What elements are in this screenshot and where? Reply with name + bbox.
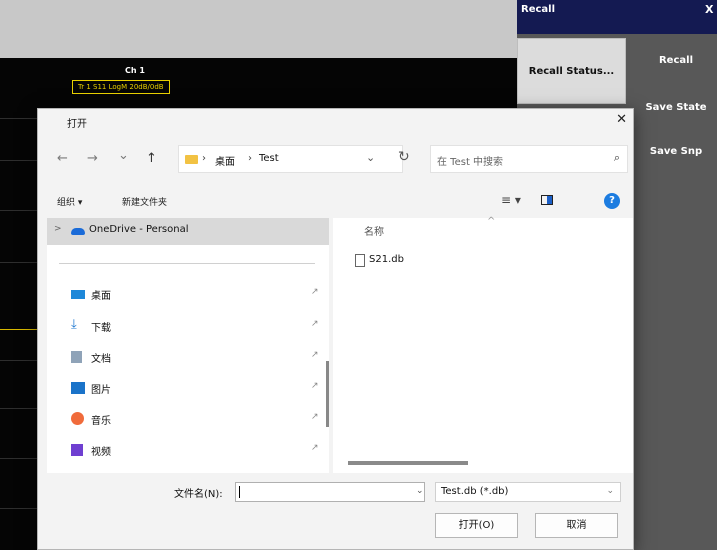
pin-icon[interactable]: ↗: [311, 412, 319, 422]
back-arrow-icon[interactable]: ←: [57, 151, 68, 166]
sidebar-item-label: 图片: [91, 385, 111, 396]
grid-line: [0, 408, 40, 409]
pin-icon[interactable]: ↗: [311, 381, 319, 391]
save-state-button[interactable]: Save State: [635, 102, 717, 113]
grid-line: [0, 458, 40, 459]
sidebar-item-videos[interactable]: 视频 ↗: [71, 441, 321, 461]
file-name-input[interactable]: [235, 482, 425, 502]
sidebar-item-documents[interactable]: 文档 ↗: [71, 348, 321, 368]
preview-pane-icon[interactable]: [541, 195, 553, 205]
text-caret: [239, 486, 240, 498]
breadcrumb-test[interactable]: Test: [259, 153, 279, 164]
navigation-pane: > OneDrive - Personal 桌面 ↗ ⤓ 下载 ↗ 文档 ↗ 图…: [47, 218, 329, 473]
grid-line: [0, 508, 40, 509]
grid-line: [0, 360, 40, 361]
organize-button[interactable]: 组织 ▾: [57, 195, 82, 208]
pictures-icon: [71, 382, 85, 394]
recall-title: Recall X: [517, 0, 717, 34]
desktop-icon: [71, 290, 85, 299]
sidebar-item-pictures[interactable]: 图片 ↗: [71, 379, 321, 399]
sort-ascending-icon: ^: [487, 216, 496, 227]
sidebar-item-onedrive[interactable]: > OneDrive - Personal: [47, 218, 329, 245]
folder-icon: [185, 155, 198, 164]
sidebar-item-label: OneDrive - Personal: [89, 224, 189, 235]
list-item[interactable]: S21.db: [355, 252, 615, 270]
breadcrumb-desktop[interactable]: 桌面: [215, 153, 235, 168]
cloud-icon: [71, 228, 85, 235]
column-header-name[interactable]: 名称: [364, 223, 384, 238]
grid-line: [0, 210, 40, 211]
help-icon[interactable]: ?: [604, 193, 620, 209]
pin-icon[interactable]: ↗: [311, 287, 319, 297]
file-name: S21.db: [369, 254, 404, 265]
trace-label[interactable]: Tr 1 S11 LogM 20dB/0dB: [72, 80, 170, 94]
channel-label: Ch 1: [125, 66, 145, 75]
open-button[interactable]: 打开(O): [435, 513, 518, 538]
pin-icon[interactable]: ↗: [311, 319, 319, 329]
search-box[interactable]: 在 Test 中搜索 ⌕: [430, 145, 628, 173]
app-toolbar-area: [0, 0, 517, 58]
document-icon: [71, 351, 82, 363]
dialog-close-button[interactable]: ✕: [616, 112, 627, 127]
sidebar-item-music[interactable]: 音乐 ↗: [71, 410, 321, 430]
save-snp-button[interactable]: Save Snp: [635, 146, 717, 157]
open-file-dialog: 打开 ✕ ← → ⌄ ↑ › 桌面 › Test ⌄ ↻ 在 Test 中搜索 …: [37, 108, 634, 550]
sidebar-item-label: 下载: [91, 323, 111, 334]
sidebar-item-downloads[interactable]: ⤓ 下载 ↗: [71, 317, 321, 337]
video-icon: [71, 444, 83, 456]
search-input[interactable]: 在 Test 中搜索: [437, 153, 503, 168]
grid-line: [0, 262, 40, 263]
chevron-down-icon[interactable]: ⌄: [416, 486, 424, 496]
dialog-toolbar: 组织 ▾ 新建文件夹 ≡ ▾ ?: [38, 189, 635, 217]
file-list: 名称 ^ S21.db: [333, 216, 633, 473]
breadcrumb-separator: ›: [248, 153, 252, 164]
new-folder-button[interactable]: 新建文件夹: [122, 195, 167, 208]
address-dropdown-icon[interactable]: ⌄: [366, 151, 375, 164]
sidebar-item-desktop[interactable]: 桌面 ↗: [71, 285, 321, 305]
sidebar-item-label: 音乐: [91, 416, 111, 427]
file-icon: [355, 254, 365, 267]
chevron-right-icon[interactable]: >: [54, 224, 62, 234]
divider: [59, 263, 315, 264]
sidebar-item-label: 文档: [91, 354, 111, 365]
file-type-select[interactable]: Test.db (*.db) ⌄: [435, 482, 621, 502]
file-type-value: Test.db (*.db): [441, 486, 509, 497]
pin-icon[interactable]: ↗: [311, 350, 319, 360]
trace-line: [0, 329, 40, 330]
grid-line: [0, 118, 40, 119]
refresh-icon[interactable]: ↻: [398, 149, 410, 165]
sidebar-item-label: 桌面: [91, 291, 111, 302]
recall-title-text: Recall: [521, 4, 556, 15]
breadcrumb-separator: ›: [202, 153, 206, 164]
recall-close-button[interactable]: X: [705, 0, 717, 20]
chevron-down-icon: ⌄: [606, 486, 614, 496]
up-arrow-icon[interactable]: ↑: [146, 151, 157, 166]
search-icon[interactable]: ⌕: [614, 151, 620, 165]
pin-icon[interactable]: ↗: [311, 443, 319, 453]
recent-locations-icon[interactable]: ⌄: [118, 148, 129, 163]
recall-button[interactable]: Recall: [635, 55, 717, 66]
file-name-label: 文件名(N):: [174, 489, 223, 500]
music-icon: [71, 412, 84, 425]
recall-status-button[interactable]: Recall Status...: [517, 38, 626, 104]
view-options-icon[interactable]: ≡ ▾: [501, 193, 521, 207]
horizontal-scrollbar[interactable]: [348, 461, 468, 465]
sidebar-item-label: 视频: [91, 447, 111, 458]
forward-arrow-icon[interactable]: →: [87, 151, 98, 166]
sidebar-scrollbar[interactable]: [326, 361, 329, 427]
cancel-button[interactable]: 取消: [535, 513, 618, 538]
dialog-title: 打开: [67, 119, 87, 130]
grid-line: [0, 160, 40, 161]
download-icon: ⤓: [71, 317, 77, 332]
